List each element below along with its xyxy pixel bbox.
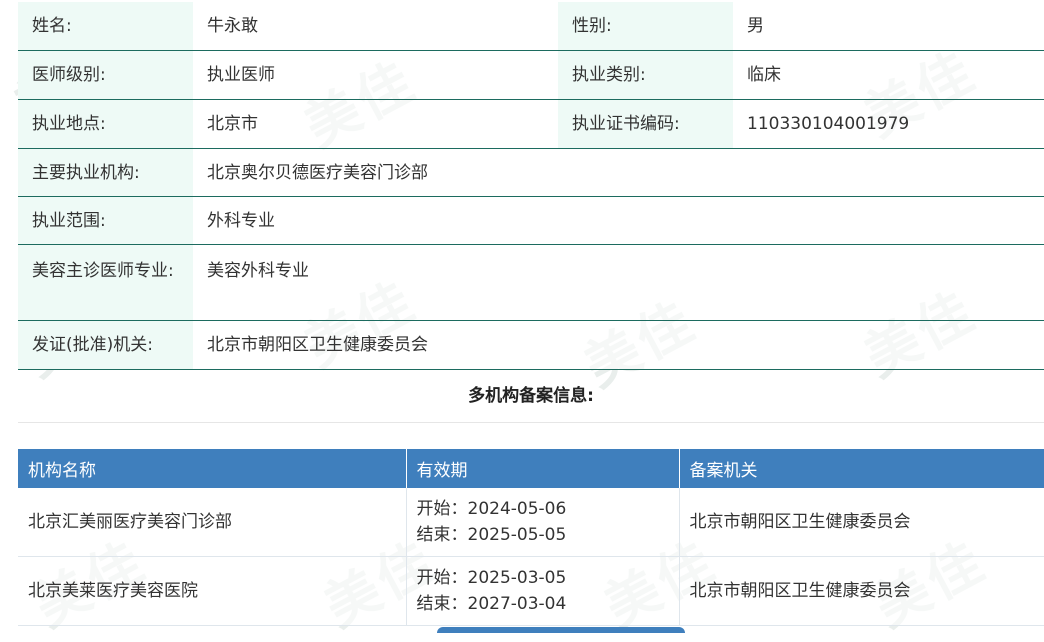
practice-scope-label: 执业范围: (18, 196, 193, 245)
doctor-info-table: 姓名: 牛永敢 性别: 男 医师级别: 执业医师 执业类别: 临床 执业地点: … (18, 2, 1044, 370)
info-row-issuing-authority: 发证(批准)机关: 北京市朝阳区卫生健康委员会 (18, 320, 1044, 370)
practice-location-value: 北京市 (193, 99, 558, 149)
info-row-level-category: 医师级别: 执业医师 执业类别: 临床 (18, 50, 1044, 100)
registration-table: 机构名称 有效期 备案机关 北京汇美丽医疗美容门诊部 开始：2024-05-06… (18, 448, 1044, 626)
main-institution-value: 北京奥尔贝德医疗美容门诊部 (193, 148, 1044, 197)
practice-location-label: 执业地点: (18, 99, 193, 149)
info-row-practice-scope: 执业范围: 外科专业 (18, 196, 1044, 245)
issuing-authority-value: 北京市朝阳区卫生健康委员会 (193, 320, 1044, 370)
validity-period: 开始：2024-05-06 结束：2025-05-05 (406, 487, 680, 557)
info-row-name-gender: 姓名: 牛永敢 性别: 男 (18, 2, 1044, 51)
validity-start: 开始：2024-05-06 (416, 498, 567, 519)
institution-name: 北京汇美丽医疗美容门诊部 (18, 487, 407, 557)
gender-label: 性别: (558, 2, 733, 51)
doctor-info-panel: 姓名: 牛永敢 性别: 男 医师级别: 执业医师 执业类别: 临床 执业地点: … (18, 2, 1044, 626)
cosmetic-specialty-value: 美容外科专业 (193, 244, 1044, 321)
validity-end: 结束：2027-03-04 (416, 593, 567, 614)
authority-header: 备案机关 (679, 448, 1044, 488)
cosmetic-specialty-label: 美容主诊医师专业: (18, 244, 193, 321)
validity-end: 结束：2025-05-05 (416, 524, 567, 545)
validity-start: 开始：2025-03-05 (416, 567, 567, 588)
certificate-number-label: 执业证书编码: (558, 99, 733, 149)
doctor-level-label: 医师级别: (18, 50, 193, 100)
name-value: 牛永敢 (193, 2, 558, 51)
multi-institution-title: 多机构备案信息: (18, 370, 1044, 423)
main-institution-label: 主要执业机构: (18, 148, 193, 197)
registration-authority: 北京市朝阳区卫生健康委员会 (679, 556, 1044, 626)
table-row: 北京美莱医疗美容医院 开始：2025-03-05 结束：2027-03-04 北… (18, 556, 1044, 626)
table-row: 北京汇美丽医疗美容门诊部 开始：2024-05-06 结束：2025-05-05… (18, 487, 1044, 557)
practice-category-value: 临床 (733, 50, 1044, 100)
registration-authority: 北京市朝阳区卫生健康委员会 (679, 487, 1044, 557)
doctor-level-value: 执业医师 (193, 50, 558, 100)
practice-scope-value: 外科专业 (193, 196, 1044, 245)
institution-name-header: 机构名称 (18, 448, 407, 488)
validity-period: 开始：2025-03-05 结束：2027-03-04 (406, 556, 680, 626)
practice-category-label: 执业类别: (558, 50, 733, 100)
info-row-cosmetic-specialty: 美容主诊医师专业: 美容外科专业 (18, 244, 1044, 321)
institution-name: 北京美莱医疗美容医院 (18, 556, 407, 626)
registration-header-row: 机构名称 有效期 备案机关 (18, 448, 1044, 488)
bottom-action-button[interactable] (437, 627, 685, 633)
certificate-number-value: 110330104001979 (733, 99, 1044, 149)
validity-header: 有效期 (406, 448, 680, 488)
name-label: 姓名: (18, 2, 193, 51)
info-row-main-institution: 主要执业机构: 北京奥尔贝德医疗美容门诊部 (18, 148, 1044, 197)
issuing-authority-label: 发证(批准)机关: (18, 320, 193, 370)
gender-value: 男 (733, 2, 1044, 51)
info-row-location-certificate: 执业地点: 北京市 执业证书编码: 110330104001979 (18, 99, 1044, 149)
